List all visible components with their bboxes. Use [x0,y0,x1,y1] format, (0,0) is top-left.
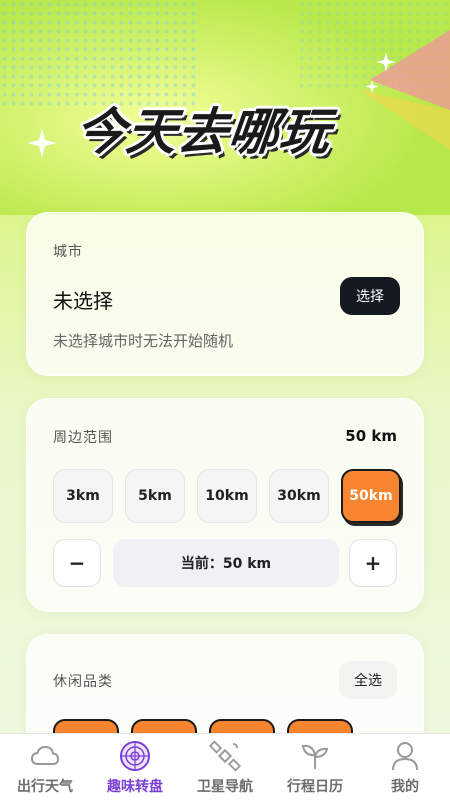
person-icon [392,742,418,771]
city-value: 未选择 [53,289,113,313]
tab-profile[interactable]: 我的 [360,734,450,800]
tab-calendar[interactable]: 行程日历 [270,734,360,800]
bottom-tab-bar: 出行天气 趣味转盘 卫星导航 行程日历 我的 [0,733,450,800]
tab-label: 行程日历 [287,779,343,795]
decrease-button[interactable]: − [53,539,101,587]
range-label: 周边范围 [53,430,113,446]
cloud-icon [30,745,60,765]
tab-label: 出行天气 [17,779,73,795]
range-option-30km[interactable]: 30km [269,469,329,523]
range-option-10km[interactable]: 10km [197,469,257,523]
range-option-5km[interactable]: 5km [125,469,185,523]
wheel-icon [120,741,150,771]
tab-label: 我的 [391,779,419,795]
range-option-3km[interactable]: 3km [53,469,113,523]
increase-button[interactable]: + [349,539,397,587]
hero-banner: 今天去哪玩 [0,0,450,215]
current-range: 当前：50 km [113,539,339,587]
satellite-icon [209,740,241,772]
city-label: 城市 [53,244,83,260]
range-options: 3km 5km 10km 30km 50km [53,469,401,523]
city-card: 城市 未选择 选择 未选择城市时无法开始随机 [26,212,424,376]
tab-weather[interactable]: 出行天气 [0,734,90,800]
tab-label: 卫星导航 [197,779,253,795]
range-card: 周边范围 50 km 3km 5km 10km 30km 50km − 当前：5… [26,398,424,612]
select-all-button[interactable]: 全选 [339,661,397,699]
tab-wheel[interactable]: 趣味转盘 [90,734,180,800]
range-option-50km[interactable]: 50km [341,469,401,523]
range-value: 50 km [345,427,397,445]
tab-navigation[interactable]: 卫星导航 [180,734,270,800]
tab-label: 趣味转盘 [107,779,163,795]
select-city-button[interactable]: 选择 [340,277,400,315]
category-label: 休闲品类 [53,674,113,690]
city-hint: 未选择城市时无法开始随机 [53,332,234,350]
hero-title: 今天去哪玩 [72,103,334,161]
sprout-icon [301,744,329,769]
